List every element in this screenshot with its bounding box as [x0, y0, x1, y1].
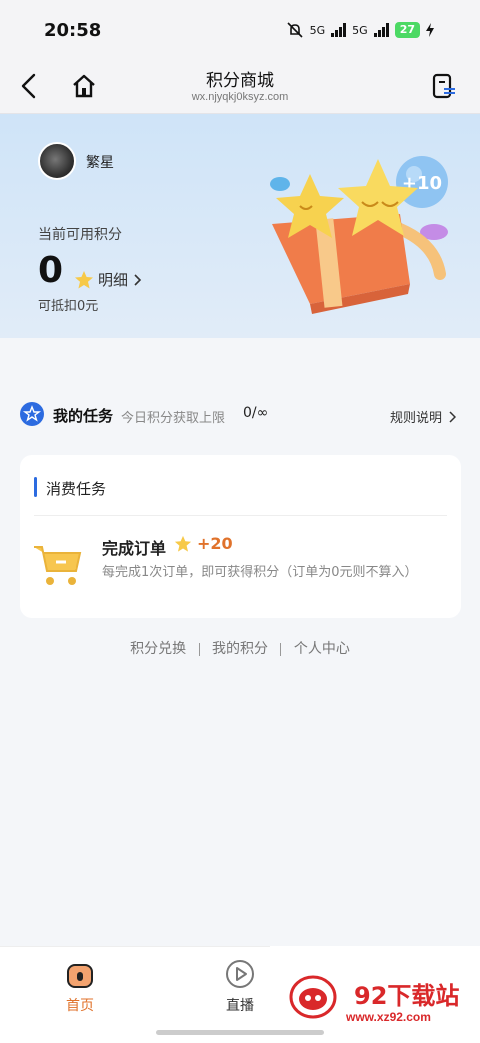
task-star-badge-icon — [20, 402, 44, 426]
signal-icon-2 — [373, 23, 389, 37]
status-bar: 20:58 5G 5G 27 — [0, 0, 480, 62]
points-label: 当前可用积分 — [38, 227, 122, 243]
watermark-text: 92下载站 — [354, 982, 460, 1010]
detail-label: 明细 — [98, 271, 129, 289]
gift-box-illustration: +10 — [270, 156, 448, 314]
card-title: 消费任务 — [46, 480, 107, 498]
order-task-title: 完成订单 — [102, 539, 167, 558]
signal-icon — [331, 23, 347, 37]
chevron-right-icon — [449, 410, 456, 423]
menu-icon[interactable] — [430, 72, 458, 100]
task-header: 我的任务 今日积分获取上限 0/∞ 规则说明 — [0, 396, 480, 436]
deduct-text: 可抵扣0元 — [38, 299, 99, 314]
points-value: 0 — [38, 250, 64, 291]
footer-links: 积分兑换 我的积分 个人中心 — [0, 638, 480, 658]
page-url: wx.njyqkj0ksyz.com — [191, 91, 289, 103]
rules-link[interactable]: 规则说明 — [390, 407, 456, 426]
task-title: 我的任务 — [53, 407, 114, 425]
network-label-1: 5G — [309, 23, 326, 37]
rules-label: 规则说明 — [389, 411, 442, 426]
watermark: 92下载站 www.xz92.com — [270, 946, 480, 1026]
points-hero: 繁星 当前可用积分 0 明细 可抵扣0元 +10 — [0, 114, 480, 338]
link-separator — [280, 642, 282, 656]
tab-home-label: 首页 — [66, 998, 94, 1014]
nav-bar: 积分商城 wx.njyqkj0ksyz.com — [0, 62, 480, 114]
link-separator — [198, 642, 200, 656]
task-limit-value: 0/∞ — [243, 405, 269, 421]
status-time: 20:58 — [44, 20, 102, 41]
chevron-right-icon — [134, 273, 142, 286]
card-title-marker — [34, 477, 37, 497]
watermark-logo-icon — [289, 975, 337, 1019]
tab-live-label: 直播 — [226, 998, 254, 1014]
status-icons: 5G 5G 27 — [286, 22, 434, 38]
link-points-exchange[interactable]: 积分兑换 — [130, 641, 186, 657]
network-label-2: 5G — [352, 23, 368, 37]
home-tab-icon — [67, 964, 93, 988]
task-limit-label: 今日积分获取上限 — [121, 411, 226, 426]
consumption-task-card: 消费任务 完成订单 +20 每完成1次订单，即可获得积分（订单为0元则不算入） — [20, 455, 461, 618]
star-icon — [174, 535, 192, 552]
battery-icon: 27 — [394, 22, 420, 38]
divider — [34, 515, 447, 516]
order-description: 每完成1次订单，即可获得积分（订单为0元则不算入） — [102, 565, 418, 580]
tab-home[interactable]: 首页 — [40, 959, 120, 1015]
charging-icon — [426, 23, 434, 37]
page-title: 积分商城 — [206, 71, 274, 91]
watermark-url: www.xz92.com — [346, 1010, 431, 1024]
username: 繁星 — [86, 155, 114, 171]
link-personal-center[interactable]: 个人中心 — [294, 641, 350, 657]
order-bonus: +20 — [197, 534, 233, 553]
avatar[interactable] — [38, 142, 76, 180]
link-my-points[interactable]: 我的积分 — [212, 641, 268, 657]
home-indicator — [156, 1030, 324, 1035]
shopping-cart-icon — [34, 546, 82, 585]
points-detail-link[interactable]: 明细 — [74, 269, 142, 290]
tab-live[interactable]: 直播 — [200, 959, 280, 1015]
mute-bell-icon — [287, 22, 303, 38]
star-icon — [75, 270, 93, 288]
play-circle-icon — [226, 960, 254, 988]
